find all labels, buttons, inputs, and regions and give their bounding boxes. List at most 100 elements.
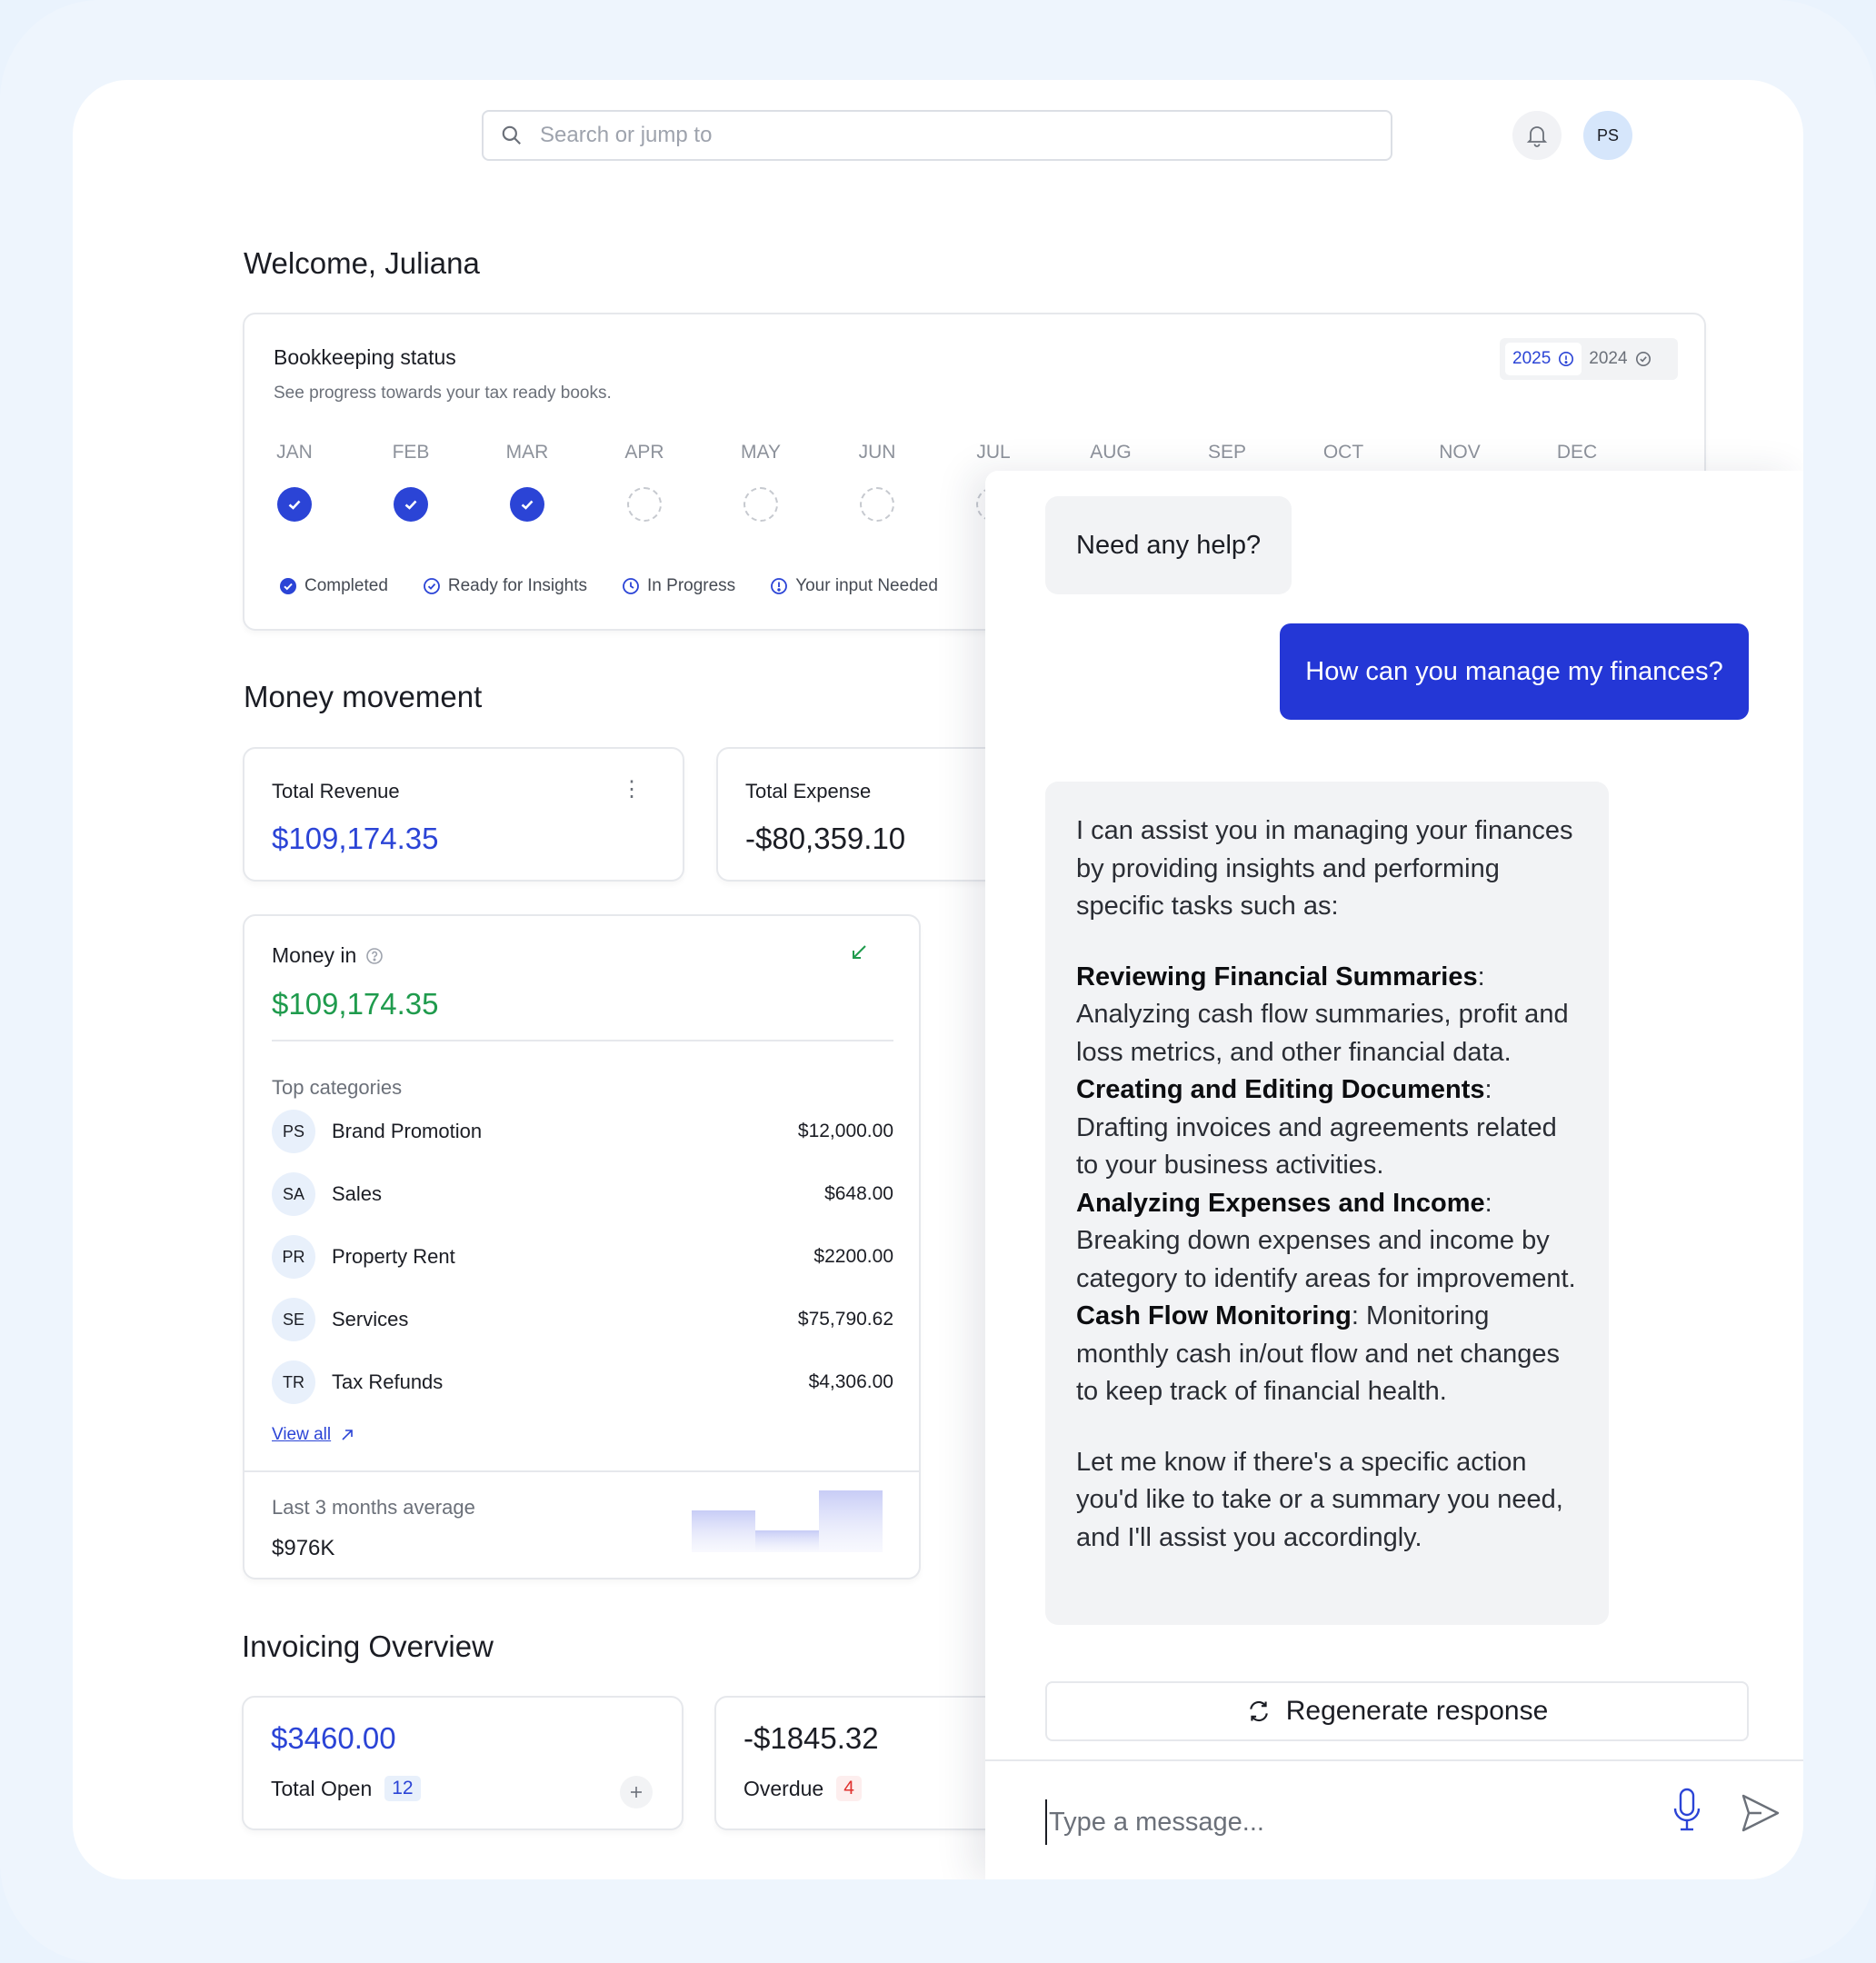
month-status-completed[interactable] xyxy=(277,487,312,522)
sparkline-bar xyxy=(755,1530,819,1552)
assistant-greeting: Need any help? xyxy=(1045,496,1292,594)
category-avatar: SE xyxy=(272,1298,315,1341)
average-label: Last 3 months average xyxy=(272,1496,475,1519)
search-input[interactable] xyxy=(540,123,1267,148)
legend-completed: Completed xyxy=(279,576,388,596)
total-open-card[interactable]: $3460.00 Total Open 12 xyxy=(242,1696,684,1830)
answer-item-text: Analyzing cash flow summaries, profit an… xyxy=(1076,1000,1569,1067)
money-in-value: $109,174.35 xyxy=(272,987,439,1021)
month-status-pending[interactable] xyxy=(627,487,662,522)
chat-panel: Need any help? How can you manage my fin… xyxy=(985,471,1803,1879)
month-label: JUL xyxy=(976,442,1011,463)
month-status-completed[interactable] xyxy=(394,487,428,522)
answer-item: Creating and Editing Documents: Drafting… xyxy=(1076,1075,1557,1181)
welcome-heading: Welcome, Juliana xyxy=(244,246,480,280)
legend-label: Your input Needed xyxy=(795,576,938,595)
plus-icon xyxy=(631,1787,642,1798)
category-avatar: PS xyxy=(272,1110,315,1153)
arrow-down-left-icon[interactable] xyxy=(848,942,870,963)
month-label: JUN xyxy=(858,442,896,463)
send-icon[interactable] xyxy=(1740,1792,1781,1834)
category-amount: $4,306.00 xyxy=(808,1371,893,1392)
invoicing-heading: Invoicing Overview xyxy=(242,1629,494,1663)
microphone-icon[interactable] xyxy=(1671,1787,1703,1834)
divider xyxy=(272,1040,893,1041)
bookkeeping-title: Bookkeeping status xyxy=(274,345,456,369)
divider xyxy=(985,1759,1803,1761)
list-item[interactable]: SA Sales $648.00 xyxy=(272,1171,893,1217)
category-amount: $12,000.00 xyxy=(797,1121,893,1141)
year-tab-2025[interactable]: 2025 xyxy=(1505,343,1582,375)
month-label: JAN xyxy=(276,442,313,463)
check-icon xyxy=(288,500,301,510)
category-amount: $75,790.62 xyxy=(797,1309,893,1330)
answer-item-title: Reviewing Financial Summaries xyxy=(1076,962,1478,991)
category-name: Brand Promotion xyxy=(332,1120,483,1142)
regenerate-button[interactable]: Regenerate response xyxy=(1045,1681,1749,1741)
category-name: Sales xyxy=(332,1182,383,1205)
divider xyxy=(244,1470,919,1472)
answer-item-title: Creating and Editing Documents xyxy=(1076,1075,1485,1104)
check-circle-icon xyxy=(423,578,440,594)
bell-icon xyxy=(1526,126,1548,147)
money-in-card: Money in $109,174.35 Top categories PS B… xyxy=(243,914,921,1579)
total-revenue-label: Total Revenue xyxy=(272,780,400,802)
help-circle-icon[interactable] xyxy=(365,947,384,965)
total-revenue-value: $109,174.35 xyxy=(272,822,439,855)
month-label: APR xyxy=(624,442,664,463)
money-movement-heading: Money movement xyxy=(244,680,483,713)
month-label: OCT xyxy=(1322,442,1364,463)
category-amount: $648.00 xyxy=(824,1183,893,1204)
total-open-label: Total Open xyxy=(271,1776,373,1800)
bookkeeping-subtitle: See progress towards your tax ready book… xyxy=(274,384,612,403)
month-status-pending[interactable] xyxy=(860,487,894,522)
assistant-answer: I can assist you in managing your financ… xyxy=(1045,782,1609,1625)
list-item[interactable]: PR Property Rent $2200.00 xyxy=(272,1234,893,1280)
answer-item-text: Drafting invoices and agreements related… xyxy=(1076,1112,1557,1181)
list-item[interactable]: SE Services $75,790.62 xyxy=(272,1297,893,1342)
month-status-completed[interactable] xyxy=(510,487,544,522)
month-label: FEB xyxy=(392,442,430,463)
add-invoice-button[interactable] xyxy=(620,1776,653,1809)
app-window: PS Welcome, Juliana Bookkeeping status S… xyxy=(73,80,1803,1879)
user-avatar[interactable]: PS xyxy=(1583,111,1632,160)
year-tab-2024[interactable]: 2024 xyxy=(1582,343,1658,375)
average-sparkline xyxy=(692,1490,883,1552)
category-avatar: PR xyxy=(272,1235,315,1279)
legend-input-needed: Your input Needed xyxy=(770,576,938,596)
list-item[interactable]: PS Brand Promotion $12,000.00 xyxy=(272,1109,893,1154)
view-all-label: View all xyxy=(272,1425,332,1444)
check-circle-icon xyxy=(1635,351,1651,367)
overdue-value: -$1845.32 xyxy=(743,1721,879,1755)
category-name: Services xyxy=(332,1308,409,1330)
month-label: NOV xyxy=(1439,442,1481,463)
month-label: MAR xyxy=(505,442,549,463)
answer-item-title: Analyzing Expenses and Income xyxy=(1076,1188,1485,1218)
more-options-icon[interactable]: ⋮ xyxy=(621,776,643,802)
total-expense-label: Total Expense xyxy=(745,780,872,802)
year-label: 2025 xyxy=(1512,349,1552,368)
overdue-row: Overdue 4 xyxy=(743,1776,862,1801)
month-status-pending[interactable] xyxy=(743,487,778,522)
search-bar[interactable] xyxy=(482,110,1392,161)
answer-intro: I can assist you in managing your financ… xyxy=(1076,816,1573,921)
legend-ready: Ready for Insights xyxy=(423,576,587,596)
legend-in-progress: In Progress xyxy=(622,576,735,596)
list-item[interactable]: TR Tax Refunds $4,306.00 xyxy=(272,1360,893,1405)
message-input[interactable] xyxy=(1045,1799,1609,1845)
answer-item: Analyzing Expenses and Income: Breaking … xyxy=(1076,1188,1576,1293)
check-icon xyxy=(404,500,417,510)
legend-label: Ready for Insights xyxy=(447,576,588,595)
total-revenue-card[interactable]: Total Revenue ⋮ $109,174.35 xyxy=(243,747,684,882)
info-circle-icon xyxy=(1559,351,1574,367)
overdue-count-badge: 4 xyxy=(836,1776,862,1801)
year-label: 2024 xyxy=(1589,349,1628,368)
money-in-title: Money in xyxy=(272,943,384,968)
month-label: AUG xyxy=(1090,442,1132,463)
notifications-button[interactable] xyxy=(1512,111,1562,160)
view-all-link[interactable]: View all xyxy=(272,1425,354,1445)
money-in-label: Money in xyxy=(272,943,357,967)
refresh-icon xyxy=(1249,1701,1268,1721)
answer-item-text: Breaking down expenses and income by cat… xyxy=(1076,1226,1576,1293)
total-open-value: $3460.00 xyxy=(271,1721,396,1755)
